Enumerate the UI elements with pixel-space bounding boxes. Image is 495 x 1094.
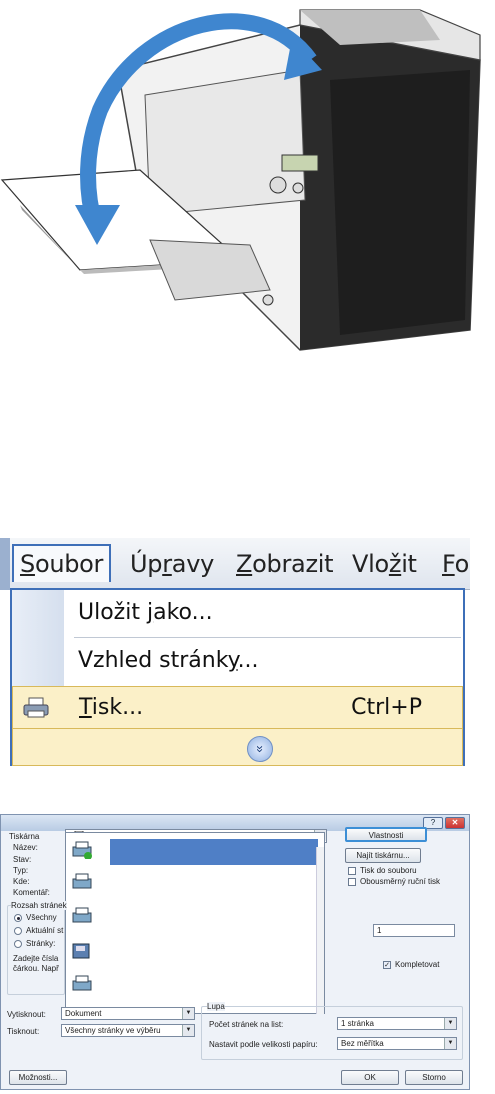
print-to-file-label: Tisk do souboru xyxy=(360,866,417,875)
range-all-label: Všechny xyxy=(26,913,57,922)
print-select[interactable]: Všechny stránky ve výběru ▼ xyxy=(61,1024,195,1037)
menu-upravy-pre: Úp xyxy=(130,550,163,578)
range-pages-label: Stránky: xyxy=(26,939,56,948)
printer-section-label: Tiskárna xyxy=(9,832,40,841)
file-menu-screenshot: Soubor Úpravy Zobrazit Vložit Fo Uložit … xyxy=(0,538,470,768)
cancel-button[interactable]: Storno xyxy=(405,1070,463,1085)
menu-upravy-accel: r xyxy=(162,550,172,578)
properties-button[interactable]: Vlastnosti xyxy=(345,827,427,842)
printer-option[interactable] xyxy=(68,971,318,999)
duplex-checkbox[interactable] xyxy=(348,878,356,886)
menu-zobrazit-accel: Z xyxy=(236,550,253,578)
chevron-down-icon: ▼ xyxy=(182,1008,194,1019)
copies-input[interactable]: 1 xyxy=(373,924,455,937)
selected-highlight xyxy=(110,839,318,865)
network-printer-icon xyxy=(72,841,92,859)
menu-item-expand[interactable]: » xyxy=(12,728,463,766)
printer-dropdown-list xyxy=(65,832,325,1014)
print-label: Tisknout: xyxy=(7,1027,40,1036)
zoom-label: Lupa xyxy=(207,1002,225,1011)
menu-bar: Soubor Úpravy Zobrazit Vložit Fo xyxy=(0,538,470,590)
scale-label: Nastavit podle velikosti papíru: xyxy=(209,1040,318,1049)
printer-illustration xyxy=(0,9,481,351)
printer-option[interactable] xyxy=(68,837,318,865)
printer-option[interactable] xyxy=(68,869,318,897)
printer-icon xyxy=(23,697,49,718)
save-as-label-pre: Uložit xyxy=(78,600,147,625)
options-button[interactable]: Možnosti... xyxy=(9,1070,67,1085)
ok-button[interactable]: OK xyxy=(341,1070,399,1085)
page-setup-label-pre: Vzhled stránk xyxy=(78,648,228,673)
printer-icon xyxy=(72,907,92,923)
range-all-radio[interactable] xyxy=(14,914,22,922)
menu-format-label: o xyxy=(454,550,470,578)
comment-label: Komentář: xyxy=(13,888,50,897)
range-current-radio[interactable] xyxy=(14,927,22,935)
print-what-label: Vytisknout: xyxy=(7,1010,46,1019)
menu-vlozit[interactable]: Vložit xyxy=(352,550,417,578)
menu-upravy-label: avy xyxy=(171,550,215,578)
save-as-label: ako... xyxy=(153,600,213,625)
menu-item-save-as[interactable]: Uložit jako... xyxy=(12,592,463,636)
range-hint-1: Zadejte čísla xyxy=(13,954,59,963)
pages-per-sheet-label: Počet stránek na list: xyxy=(209,1020,284,1029)
menu-item-page-setup[interactable]: Vzhled stránky... xyxy=(12,640,463,684)
print-accel: T xyxy=(79,695,92,720)
menu-soubor-label: oubor xyxy=(34,550,104,578)
menu-item-print[interactable]: Tisk... Ctrl+P xyxy=(12,686,463,730)
where-label: Kde: xyxy=(13,877,30,886)
scale-select[interactable]: Bez měřítka ▼ xyxy=(337,1037,457,1050)
zoom-group xyxy=(201,1006,463,1060)
menu-bar-edge xyxy=(0,538,10,590)
find-printer-button[interactable]: Najít tiskárnu... xyxy=(345,848,421,863)
print-dialog: ? ✕ Tiskárna Název: Stav: Typ: Kde: Kome… xyxy=(0,814,470,1090)
menu-vlozit-accel: ž xyxy=(388,550,402,578)
collate-checkbox[interactable]: ✓ xyxy=(383,961,391,969)
menu-separator xyxy=(74,637,461,638)
page-setup-accel: y xyxy=(227,648,238,673)
printer-option[interactable] xyxy=(68,903,318,931)
range-hint-2: čárkou. Např xyxy=(13,964,59,973)
printer-icon xyxy=(72,873,92,889)
type-label: Typ: xyxy=(13,866,29,875)
list-scrollbar[interactable] xyxy=(316,847,324,1014)
menu-soubor-accel: S xyxy=(20,550,35,578)
page-range-label: Rozsah stránek xyxy=(11,901,67,910)
chevron-down-icon: ▼ xyxy=(182,1025,194,1036)
menu-format-accel: F xyxy=(442,550,455,578)
scale-value: Bez měřítka xyxy=(341,1039,384,1048)
range-pages-radio[interactable] xyxy=(14,940,22,948)
collate-label: Kompletovat xyxy=(395,960,440,969)
chevron-down-icon: ▼ xyxy=(444,1018,456,1029)
chevron-down-icon: ▼ xyxy=(444,1038,456,1049)
pages-per-sheet-select[interactable]: 1 stránka ▼ xyxy=(337,1017,457,1030)
status-label: Stav: xyxy=(13,855,32,864)
close-button[interactable]: ✕ xyxy=(445,817,465,829)
print-to-file-checkbox[interactable] xyxy=(348,867,356,875)
page-setup-label: ... xyxy=(237,648,259,673)
print-label: isk... xyxy=(91,695,144,720)
print-what-select[interactable]: Dokument ▼ xyxy=(61,1007,195,1020)
menu-zobrazit-label: obrazit xyxy=(252,550,334,578)
fax-icon xyxy=(72,943,90,959)
chevron-double-down-icon: » xyxy=(247,736,273,762)
printer-icon xyxy=(72,975,92,991)
duplex-label: Obousměrný ruční tisk xyxy=(360,877,441,886)
printer-option[interactable] xyxy=(68,937,318,965)
print-shortcut: Ctrl+P xyxy=(351,695,422,720)
menu-vlozit-label: it xyxy=(401,550,417,578)
print-what-value: Dokument xyxy=(65,1009,102,1018)
menu-zobrazit[interactable]: Zobrazit xyxy=(236,550,334,578)
name-label: Název: xyxy=(13,843,38,852)
range-current-label: Aktuální st xyxy=(26,926,64,935)
menu-vlozit-pre: Vlo xyxy=(352,550,389,578)
menu-soubor[interactable]: Soubor xyxy=(12,544,112,582)
file-dropdown: Uložit jako... Vzhled stránky... Tisk...… xyxy=(10,588,465,766)
pages-per-sheet-value: 1 stránka xyxy=(341,1019,374,1028)
print-value: Všechny stránky ve výběru xyxy=(65,1026,161,1035)
menu-format[interactable]: Fo xyxy=(442,550,469,578)
menu-upravy[interactable]: Úpravy xyxy=(130,550,214,578)
